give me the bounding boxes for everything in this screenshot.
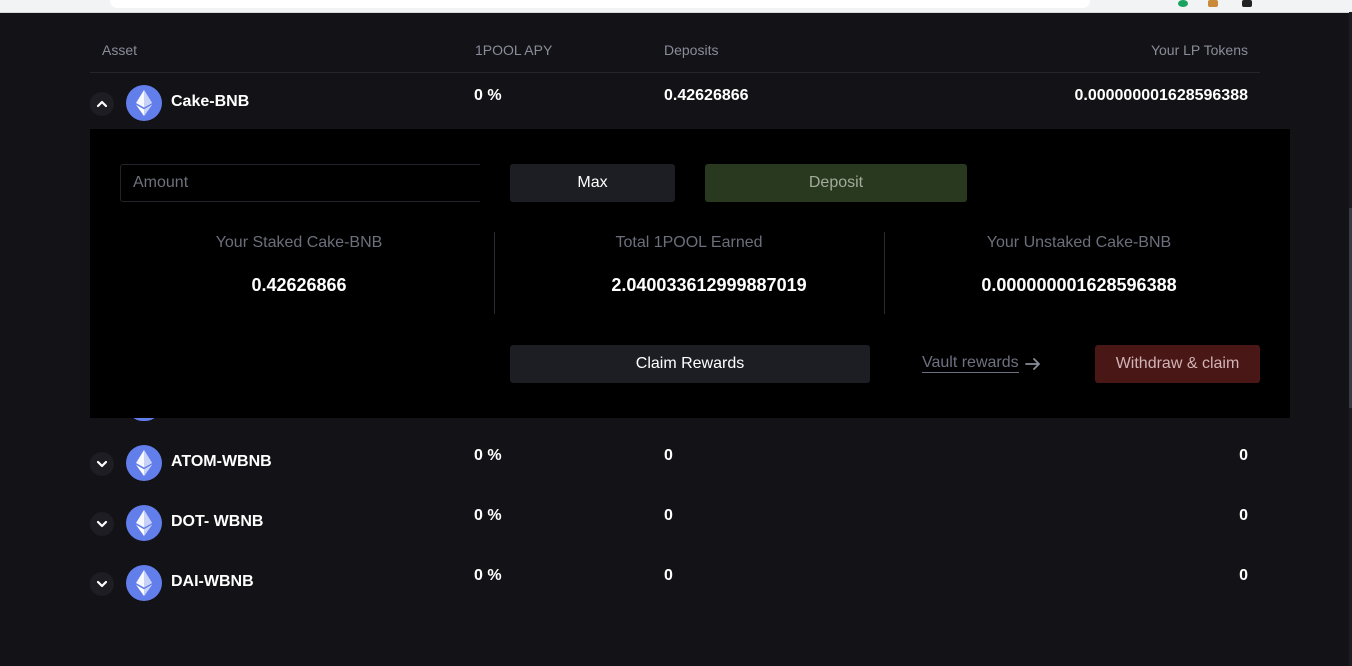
ethereum-icon (126, 445, 162, 481)
earned-label: Total 1POOL Earned (615, 234, 763, 251)
unstaked-label: Your Unstaked Cake-BNB (986, 234, 1172, 251)
chevron-down-icon (96, 580, 108, 588)
apy-value: 0 % (474, 447, 502, 464)
lp-tokens-value: 0 (1239, 507, 1248, 524)
extension-icon[interactable] (1242, 0, 1252, 7)
extension-icon[interactable] (1208, 0, 1218, 7)
staked-label: Your Staked Cake-BNB (215, 234, 383, 251)
header-lp-tokens: Your LP Tokens (1150, 42, 1248, 58)
earned-value: 2.040033612999887019 (611, 275, 807, 295)
header-deposits: Deposits (664, 42, 719, 58)
expand-toggle[interactable] (90, 452, 114, 476)
deposits-value: 0 (664, 567, 673, 584)
asset-name[interactable]: ATOM-WBNB (171, 453, 272, 471)
expand-toggle[interactable] (90, 512, 114, 536)
lp-tokens-value: 0.000000001628596388 (1074, 87, 1248, 104)
chevron-up-icon (96, 100, 108, 108)
ethereum-icon (126, 565, 162, 601)
extension-icon[interactable] (1178, 0, 1188, 7)
apy-value: 0 % (474, 507, 502, 524)
header-divider (90, 72, 1260, 73)
arrow-right-icon (1024, 357, 1040, 370)
withdraw-claim-button[interactable]: Withdraw & claim (1095, 345, 1260, 383)
deposits-value: 0 (664, 507, 673, 524)
lp-tokens-value: 0 (1239, 567, 1248, 584)
chevron-down-icon (96, 460, 108, 468)
vault-rewards-label: Vault rewards (922, 354, 1019, 373)
chevron-down-icon (96, 520, 108, 528)
apy-value: 0 % (474, 567, 502, 584)
collapse-toggle[interactable] (90, 92, 114, 116)
browser-toolbar (0, 0, 1352, 13)
deposits-value: 0.42626866 (664, 87, 749, 104)
claim-rewards-button[interactable]: Claim Rewards (510, 345, 870, 383)
amount-input[interactable] (120, 164, 480, 202)
address-bar[interactable] (110, 0, 1090, 8)
ethereum-icon (126, 505, 162, 541)
header-apy: 1POOL APY (475, 42, 553, 58)
lp-tokens-value: 0 (1239, 447, 1248, 464)
unstaked-value: 0.000000001628596388 (981, 275, 1177, 295)
ethereum-icon (126, 85, 162, 121)
asset-name[interactable]: DOT- WBNB (171, 513, 263, 531)
asset-name[interactable]: DAI-WBNB (171, 573, 254, 591)
asset-name[interactable]: Cake-BNB (171, 93, 249, 111)
apy-value: 0 % (474, 87, 502, 104)
vault-rewards-link[interactable]: Vault rewards (922, 354, 1041, 373)
max-button[interactable]: Max (510, 164, 675, 202)
header-asset: Asset (102, 42, 138, 58)
expand-toggle[interactable] (90, 572, 114, 596)
deposit-button[interactable]: Deposit (705, 164, 967, 202)
staked-value: 0.42626866 (251, 275, 347, 295)
deposits-value: 0 (664, 447, 673, 464)
